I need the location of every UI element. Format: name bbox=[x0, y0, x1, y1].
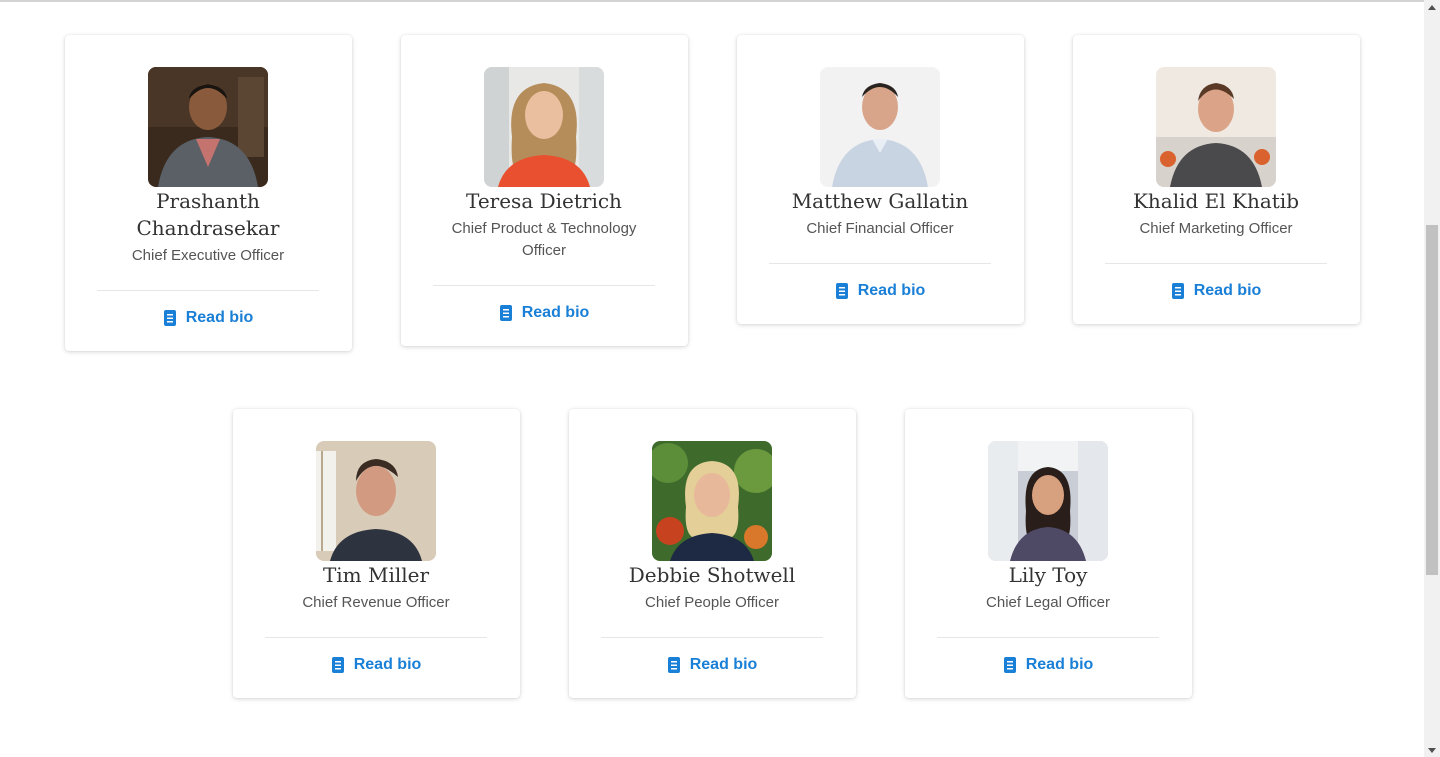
read-bio-link[interactable]: Read bio bbox=[331, 656, 422, 698]
card-divider bbox=[601, 637, 823, 638]
profile-title: Chief Marketing Officer bbox=[1139, 220, 1293, 237]
card-divider bbox=[433, 285, 655, 286]
profile-card: Prashanth Chandrasekar Chief Executive O… bbox=[64, 35, 352, 351]
card-divider bbox=[265, 637, 487, 638]
profile-title: Chief Product & Technology Officer bbox=[451, 220, 637, 259]
card-divider bbox=[769, 263, 991, 264]
leadership-page: Prashanth Chandrasekar Chief Executive O… bbox=[0, 0, 1424, 757]
document-icon bbox=[331, 657, 344, 673]
read-bio-label: Read bio bbox=[353, 656, 422, 673]
profile-title: Chief Revenue Officer bbox=[302, 594, 450, 611]
profile-card: Debbie Shotwell Chief People Officer Rea… bbox=[568, 409, 856, 698]
profile-name: Khalid El Khatib bbox=[1132, 189, 1300, 213]
profile-photo bbox=[820, 67, 940, 187]
profile-card: Khalid El Khatib Chief Marketing Officer… bbox=[1072, 35, 1360, 324]
document-icon bbox=[1171, 283, 1184, 299]
profile-photo bbox=[148, 67, 268, 187]
profile-card: Lily Toy Chief Legal Officer Read bio bbox=[904, 409, 1192, 698]
card-divider bbox=[937, 637, 1159, 638]
read-bio-link[interactable]: Read bio bbox=[163, 309, 254, 351]
read-bio-link[interactable]: Read bio bbox=[835, 282, 926, 324]
document-icon bbox=[1003, 657, 1016, 673]
profile-name: Prashanth Chandrasekar bbox=[136, 189, 280, 240]
read-bio-label: Read bio bbox=[521, 304, 590, 321]
profile-card: Tim Miller Chief Revenue Officer Read bi… bbox=[232, 409, 520, 698]
document-icon bbox=[163, 310, 176, 326]
profile-photo bbox=[484, 67, 604, 187]
read-bio-link[interactable]: Read bio bbox=[499, 304, 590, 346]
read-bio-link[interactable]: Read bio bbox=[667, 656, 758, 698]
leadership-row-1: Prashanth Chandrasekar Chief Executive O… bbox=[0, 35, 1424, 351]
read-bio-label: Read bio bbox=[185, 309, 254, 326]
card-divider bbox=[1105, 263, 1327, 264]
profile-photo bbox=[988, 441, 1108, 561]
profile-card: Matthew Gallatin Chief Financial Officer… bbox=[736, 35, 1024, 324]
profile-card: Teresa Dietrich Chief Product & Technolo… bbox=[400, 35, 688, 346]
read-bio-link[interactable]: Read bio bbox=[1171, 282, 1262, 324]
vertical-scrollbar[interactable] bbox=[1424, 0, 1440, 757]
leadership-row-2: Tim Miller Chief Revenue Officer Read bi… bbox=[0, 409, 1424, 698]
read-bio-label: Read bio bbox=[1025, 656, 1094, 673]
scrollbar-thumb[interactable] bbox=[1426, 225, 1438, 575]
profile-photo bbox=[652, 441, 772, 561]
profile-name: Matthew Gallatin bbox=[791, 189, 969, 213]
read-bio-link[interactable]: Read bio bbox=[1003, 656, 1094, 698]
profile-title: Chief Legal Officer bbox=[986, 594, 1110, 611]
profile-name: Lily Toy bbox=[1008, 563, 1088, 587]
profile-photo bbox=[316, 441, 436, 561]
card-divider bbox=[97, 290, 319, 291]
profile-name: Debbie Shotwell bbox=[628, 563, 796, 587]
scroll-up-arrow-icon[interactable] bbox=[1428, 5, 1436, 10]
read-bio-label: Read bio bbox=[689, 656, 758, 673]
profile-name: Teresa Dietrich bbox=[466, 189, 622, 213]
scroll-down-arrow-icon[interactable] bbox=[1428, 748, 1436, 753]
document-icon bbox=[499, 305, 512, 321]
document-icon bbox=[667, 657, 680, 673]
read-bio-label: Read bio bbox=[857, 282, 926, 299]
profile-title: Chief People Officer bbox=[645, 594, 779, 611]
profile-name: Tim Miller bbox=[322, 563, 430, 587]
profile-photo bbox=[1156, 67, 1276, 187]
document-icon bbox=[835, 283, 848, 299]
read-bio-label: Read bio bbox=[1193, 282, 1262, 299]
profile-title: Chief Financial Officer bbox=[806, 220, 954, 237]
profile-title: Chief Executive Officer bbox=[131, 247, 285, 264]
